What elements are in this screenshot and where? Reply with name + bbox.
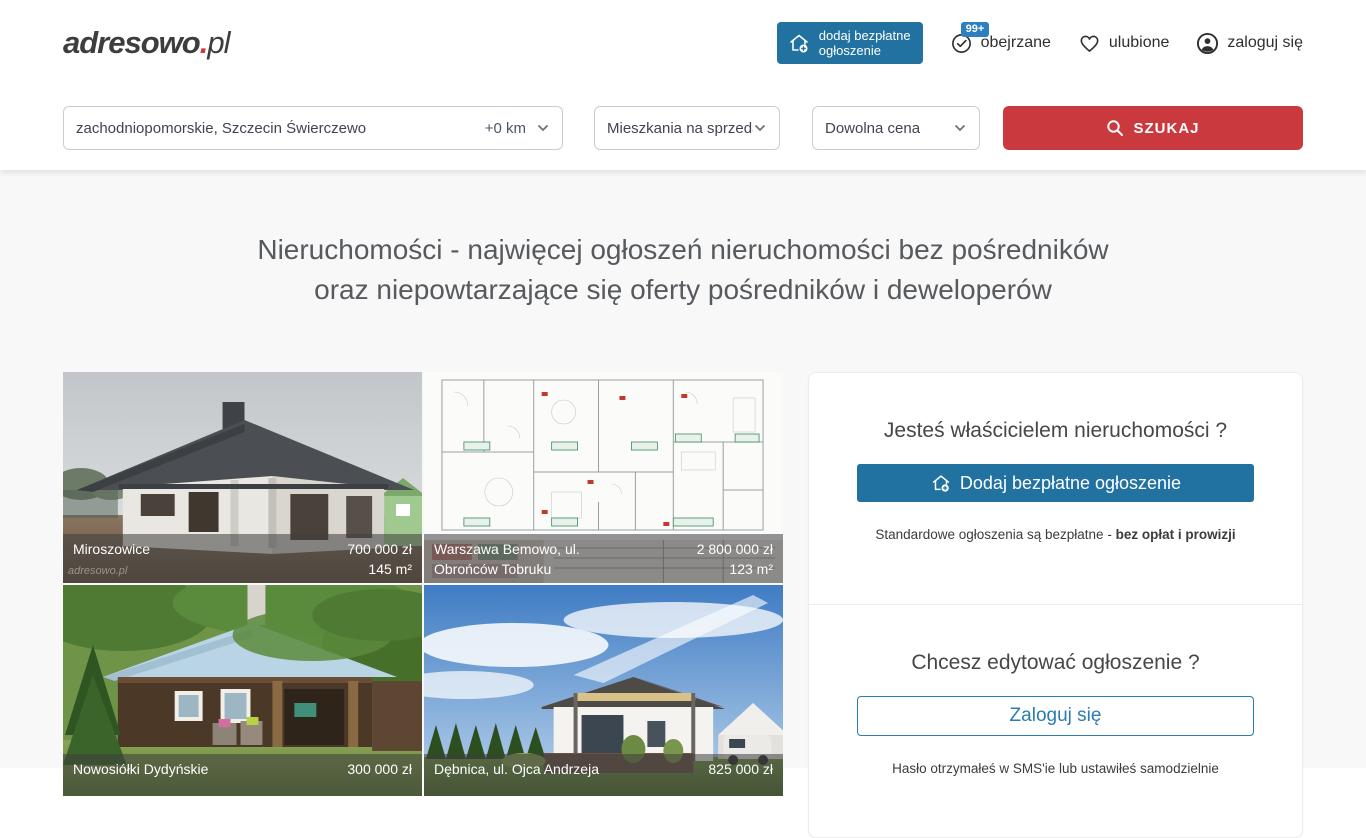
listing-tile[interactable]: Nowosiółki Dydyńskie 300 000 zł [63,585,422,796]
house-plus-icon [930,472,952,494]
header-nav: dodaj bezpłatneogłoszenie 99+ obejrzane … [777,22,1303,64]
nav-item-login-label: zaloguj się [1227,34,1303,52]
listing-meta: 825 000 zł [708,759,773,792]
listing-price: 700 000 zł [347,539,412,559]
listing-area: 145 m² [347,559,412,579]
listings-grid: Miroszowice 700 000 zł 145 m² adresowo.p… [63,372,783,796]
search-icon [1106,119,1124,137]
nav-item-viewed[interactable]: 99+ obejrzane [950,32,1051,55]
chevron-down-icon [953,121,967,135]
listing-caption: Dębnica, ul. Ojca Andrzeja 825 000 zł [424,754,783,796]
edit-card-title: Chcesz edytować ogłoszenie ? [857,651,1254,675]
logo[interactable]: adresowo.pl [63,25,229,61]
owner-card: Jesteś właścicielem nieruchomości ? [808,372,1303,838]
heart-icon [1078,32,1101,55]
listing-meta: 700 000 zł 145 m² [347,539,412,579]
listing-tile[interactable]: Dębnica, ul. Ojca Andrzeja 825 000 zł [424,585,783,796]
property-type-select[interactable]: Mieszkania na sprzedaż [594,106,780,150]
listing-caption: Warszawa Bemowo, ul. Obrońców Tobruku 2 … [424,534,783,583]
add-free-listing-button[interactable]: Dodaj bezpłatne ogłoszenie [857,464,1254,502]
chevron-down-icon [753,121,767,135]
search-button[interactable]: SZUKAJ [1003,106,1303,150]
listing-meta: 2 800 000 zł 123 m² [697,539,773,579]
login-button[interactable]: Zaloguj się [857,696,1254,736]
page-title: Nieruchomości - najwięcej ogłoszeń nieru… [0,170,1366,310]
listing-area: 123 m² [697,559,773,579]
nav-item-favorites[interactable]: ulubione [1078,32,1170,55]
nav-item-login[interactable]: zaloguj się [1196,32,1303,55]
listing-location: Warszawa Bemowo, ul. Obrońców Tobruku [434,539,634,579]
listing-price: 300 000 zł [347,759,412,779]
listing-caption: Nowosiółki Dydyńskie 300 000 zł [63,754,422,796]
listing-location: Dębnica, ul. Ojca Andrzeja [434,759,599,792]
logo-tld: pl [207,25,229,60]
viewed-count-badge: 99+ [961,22,990,37]
add-listing-button[interactable]: dodaj bezpłatneogłoszenie [777,22,923,64]
location-input[interactable]: zachodniopomorskie, Szczecin Świerczewo … [63,106,563,150]
listing-price: 2 800 000 zł [697,539,773,559]
add-free-listing-label: Dodaj bezpłatne ogłoszenie [960,473,1181,494]
photo-watermark: adresowo.pl [68,561,127,581]
listing-caption: Miroszowice 700 000 zł 145 m² adresowo.p… [63,534,422,583]
price-select[interactable]: Dowolna cena [812,106,980,150]
edit-card-note: Hasło otrzymałeś w SMS'ie lub ustawiłeś … [857,761,1254,776]
nav-item-viewed-label: obejrzane [981,34,1051,52]
location-value: zachodniopomorskie, Szczecin Świerczewo [76,120,366,137]
sidebar: Jesteś właścicielem nieruchomości ? [808,372,1303,838]
user-circle-icon [1196,32,1219,55]
listing-meta: 300 000 zł [347,759,412,792]
add-listing-label: dodaj bezpłatneogłoszenie [819,28,911,58]
price-value: Dowolna cena [825,120,920,137]
main-content: Nieruchomości - najwięcej ogłoszeń nieru… [0,170,1366,768]
property-type-value: Mieszkania na sprzedaż [607,120,753,137]
listing-price: 825 000 zł [708,759,773,779]
search-button-label: SZUKAJ [1133,120,1199,137]
search-bar: zachodniopomorskie, Szczecin Świerczewo … [0,86,1366,170]
listing-tile[interactable]: Miroszowice 700 000 zł 145 m² adresowo.p… [63,372,422,583]
listing-tile[interactable]: Warszawa Bemowo, ul. Obrońców Tobruku 2 … [424,372,783,583]
owner-card-section: Jesteś właścicielem nieruchomości ? [809,373,1302,604]
owner-card-note: Standardowe ogłoszenia są bezpłatne - be… [857,527,1254,542]
radius-value[interactable]: +0 km [485,120,536,137]
nav-item-favorites-label: ulubione [1109,34,1170,52]
edit-card-section: Chcesz edytować ogłoszenie ? Zaloguj się… [809,604,1302,838]
header: adresowo.pl dodaj bezpłatneogłoszenie [0,0,1366,86]
house-plus-icon [787,31,811,55]
logo-name: adresowo [63,25,200,60]
chevron-down-icon[interactable] [536,121,550,135]
listing-location: Nowosiółki Dydyńskie [73,759,208,792]
owner-card-title: Jesteś właścicielem nieruchomości ? [857,419,1254,443]
